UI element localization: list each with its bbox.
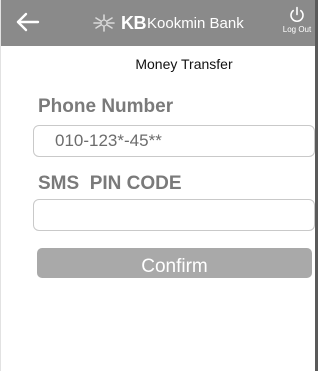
app-frame: KB Kookmin Bank Log Out Money Transfer P… — [0, 0, 318, 371]
power-icon — [290, 6, 304, 22]
logout-button[interactable]: Log Out — [279, 4, 315, 44]
brand: KB Kookmin Bank — [91, 12, 244, 34]
sms-pin-field[interactable] — [33, 199, 315, 231]
page-title: Money Transfer — [135, 56, 233, 72]
back-button[interactable] — [15, 9, 41, 35]
arrow-left-icon — [16, 12, 40, 32]
header-bar: KB Kookmin Bank Log Out — [1, 0, 315, 46]
brand-name: Kookmin Bank — [147, 14, 244, 32]
logout-label: Log Out — [282, 25, 312, 34]
confirm-button[interactable]: Confirm — [37, 248, 312, 278]
brand-kb: KB — [121, 12, 147, 33]
phone-number-field[interactable] — [33, 125, 315, 157]
sms-pin-label: SMS PIN CODE — [38, 173, 182, 194]
phone-number-label: Phone Number — [38, 96, 174, 117]
kb-star-logo — [93, 14, 115, 32]
